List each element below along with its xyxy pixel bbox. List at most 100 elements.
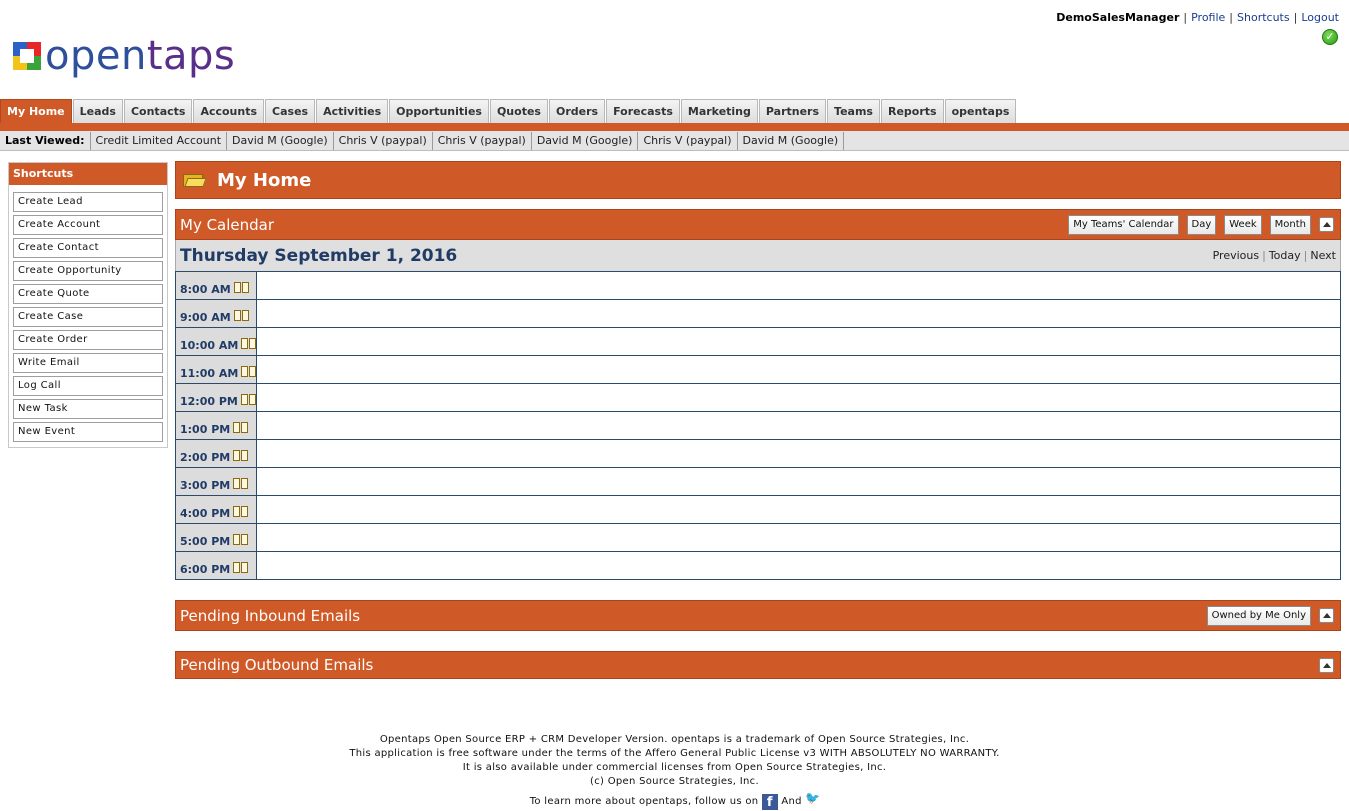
calendar-row: 2:00 PM	[174, 439, 1341, 468]
calendar-slot[interactable]	[256, 551, 1341, 580]
calendar-row: 3:00 PM	[174, 467, 1341, 496]
tab-activities[interactable]: Activities	[316, 99, 389, 124]
book-icon[interactable]	[233, 422, 249, 434]
tab-opentaps[interactable]: opentaps	[944, 99, 1017, 124]
page-title: My Home	[217, 169, 312, 191]
time-label: 11:00 AM	[180, 367, 239, 380]
calendar-slot[interactable]	[256, 523, 1341, 552]
calendar-row: 4:00 PM	[174, 495, 1341, 524]
calendar-slot[interactable]	[256, 271, 1341, 300]
calendar-slot[interactable]	[256, 439, 1341, 468]
book-icon[interactable]	[233, 310, 249, 322]
last-viewed-item[interactable]: Chris V (paypal)	[637, 131, 736, 150]
shortcuts-link[interactable]: Shortcuts	[1237, 11, 1290, 24]
logout-link[interactable]: Logout	[1301, 11, 1339, 24]
tab-partners[interactable]: Partners	[758, 99, 827, 124]
book-icon[interactable]	[240, 394, 256, 406]
create-lead-link[interactable]: Create Lead	[13, 192, 163, 212]
tab-underline	[0, 123, 1349, 131]
create-quote-link[interactable]: Create Quote	[13, 284, 163, 304]
last-viewed-item[interactable]: David M (Google)	[226, 131, 333, 150]
write-email-link[interactable]: Write Email	[13, 353, 163, 373]
tab-opportunities[interactable]: Opportunities	[389, 99, 489, 124]
teams-calendar-button[interactable]: My Teams' Calendar	[1068, 214, 1179, 235]
calendar-row: 9:00 AM	[174, 299, 1341, 328]
profile-link[interactable]: Profile	[1191, 11, 1225, 24]
tab-cases[interactable]: Cases	[265, 99, 316, 124]
folder-icon	[183, 173, 207, 188]
tab-teams[interactable]: Teams	[827, 99, 880, 124]
book-icon[interactable]	[241, 366, 257, 378]
calendar-slot[interactable]	[256, 299, 1341, 328]
calendar-slot[interactable]	[256, 327, 1341, 356]
today-link[interactable]: Today	[1269, 249, 1301, 262]
calendar-slot[interactable]	[256, 467, 1341, 496]
last-viewed-item[interactable]: Credit Limited Account	[89, 131, 227, 150]
month-button[interactable]: Month	[1269, 214, 1311, 235]
book-icon[interactable]	[233, 282, 249, 294]
and-text: And	[781, 796, 802, 807]
create-order-link[interactable]: Create Order	[13, 330, 163, 350]
calendar-date-bar: Thursday September 1, 2016 Previous | Toda…	[175, 240, 1341, 271]
last-viewed-item[interactable]: David M (Google)	[530, 131, 638, 150]
last-viewed-item[interactable]: Chris V (paypal)	[431, 131, 531, 150]
tab-forecasts[interactable]: Forecasts	[606, 99, 680, 124]
calendar-slot[interactable]	[256, 495, 1341, 524]
calendar-slot[interactable]	[256, 383, 1341, 412]
tab-my-home[interactable]: My Home	[0, 99, 72, 124]
create-case-link[interactable]: Create Case	[13, 307, 163, 327]
day-button[interactable]: Day	[1186, 214, 1217, 235]
tab-quotes[interactable]: Quotes	[489, 99, 548, 124]
book-icon[interactable]	[241, 338, 257, 350]
new-event-link[interactable]: New Event	[13, 422, 163, 442]
calendar-header: My Calendar My Teams' Calendar Day Week …	[175, 209, 1341, 240]
book-icon[interactable]	[233, 562, 249, 574]
time-label: 4:00 PM	[180, 507, 231, 520]
week-button[interactable]: Week	[1224, 214, 1262, 235]
tab-marketing[interactable]: Marketing	[680, 99, 758, 124]
last-viewed-bar: Last Viewed: Credit Limited Account Davi…	[0, 131, 1349, 151]
calendar-grid: 8:00 AM 9:00 AM 10:00 AM 11:00 AM 12:00 …	[174, 271, 1341, 580]
tab-accounts[interactable]: Accounts	[193, 99, 265, 124]
follow-text: To learn more about opentaps, follow us …	[529, 796, 759, 807]
time-label: 9:00 AM	[180, 311, 231, 324]
time-label: 12:00 PM	[180, 395, 238, 408]
book-icon[interactable]	[233, 506, 249, 518]
last-viewed-item[interactable]: Chris V (paypal)	[332, 131, 432, 150]
next-link[interactable]: Next	[1310, 249, 1336, 262]
create-contact-link[interactable]: Create Contact	[13, 238, 163, 258]
footer-line: This application is free software under …	[349, 748, 1000, 759]
collapse-icon[interactable]	[1319, 217, 1334, 232]
footer: Opentaps Open Source ERP + CRM Developer…	[0, 733, 1349, 810]
previous-link[interactable]: Previous	[1213, 249, 1260, 262]
check-icon: ✓	[1322, 29, 1338, 45]
time-label: 8:00 AM	[180, 283, 231, 296]
time-label: 10:00 AM	[180, 339, 239, 352]
tab-contacts[interactable]: Contacts	[123, 99, 193, 124]
facebook-icon[interactable]: f	[761, 794, 778, 810]
main-tabs: My Home Leads Contacts Accounts Cases Ac…	[0, 99, 1017, 124]
time-label: 6:00 PM	[180, 563, 231, 576]
create-account-link[interactable]: Create Account	[13, 215, 163, 235]
owned-by-me-button[interactable]: Owned by Me Only	[1206, 605, 1311, 626]
book-icon[interactable]	[233, 450, 249, 462]
create-opportunity-link[interactable]: Create Opportunity	[13, 261, 163, 281]
twitter-icon[interactable]: 🐦	[805, 791, 820, 805]
new-task-link[interactable]: New Task	[13, 399, 163, 419]
opentaps-logo[interactable]: opentaps	[13, 36, 235, 76]
calendar-title: My Calendar	[180, 215, 275, 234]
book-icon[interactable]	[233, 478, 249, 490]
calendar-slot[interactable]	[256, 411, 1341, 440]
log-call-link[interactable]: Log Call	[13, 376, 163, 396]
collapse-icon[interactable]	[1319, 657, 1334, 673]
time-label: 5:00 PM	[180, 535, 231, 548]
last-viewed-item[interactable]: David M (Google)	[736, 131, 845, 150]
time-label: 2:00 PM	[180, 451, 231, 464]
tab-orders[interactable]: Orders	[548, 99, 606, 124]
tab-leads[interactable]: Leads	[72, 99, 123, 124]
calendar-slot[interactable]	[256, 355, 1341, 384]
book-icon[interactable]	[233, 534, 249, 546]
page-header: My Home	[175, 161, 1341, 199]
collapse-icon[interactable]	[1319, 608, 1334, 623]
tab-reports[interactable]: Reports	[880, 99, 944, 124]
